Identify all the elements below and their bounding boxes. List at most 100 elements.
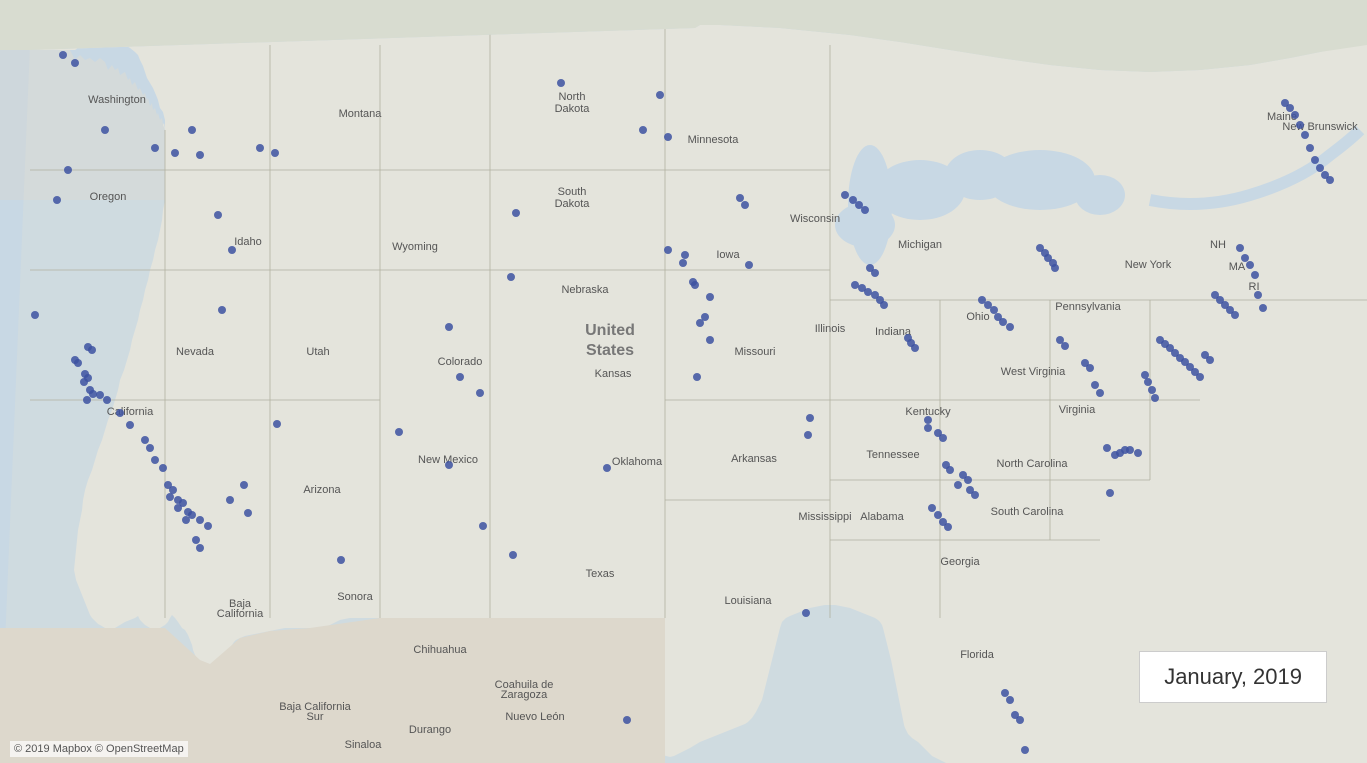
data-dot bbox=[89, 390, 97, 398]
data-dot bbox=[256, 144, 264, 152]
data-dot bbox=[1021, 746, 1029, 754]
data-dot bbox=[59, 51, 67, 59]
data-dot bbox=[196, 516, 204, 524]
data-dot bbox=[456, 373, 464, 381]
data-dot bbox=[1286, 104, 1294, 112]
data-dot bbox=[116, 409, 124, 417]
data-dot bbox=[1296, 121, 1304, 129]
data-dot bbox=[639, 126, 647, 134]
data-dot bbox=[1016, 716, 1024, 724]
data-dot bbox=[1006, 323, 1014, 331]
attribution: © 2019 Mapbox © OpenStreetMap bbox=[10, 741, 188, 757]
data-dot bbox=[1106, 489, 1114, 497]
data-dot bbox=[664, 133, 672, 141]
data-dot bbox=[623, 716, 631, 724]
data-dot bbox=[1091, 381, 1099, 389]
data-dot bbox=[188, 126, 196, 134]
data-dot bbox=[192, 536, 200, 544]
data-dot bbox=[1144, 378, 1152, 386]
data-dot bbox=[944, 523, 952, 531]
data-dot bbox=[166, 493, 174, 501]
data-dot bbox=[1251, 271, 1259, 279]
data-dot bbox=[1141, 371, 1149, 379]
data-dot bbox=[1148, 386, 1156, 394]
data-dot bbox=[1086, 364, 1094, 372]
data-dot bbox=[1259, 304, 1267, 312]
data-dot bbox=[53, 196, 61, 204]
data-dot bbox=[1246, 261, 1254, 269]
data-dot bbox=[1301, 131, 1309, 139]
data-dot bbox=[1291, 111, 1299, 119]
data-dot bbox=[971, 491, 979, 499]
data-dot bbox=[990, 306, 998, 314]
data-dot bbox=[141, 436, 149, 444]
data-dot bbox=[679, 259, 687, 267]
data-dot bbox=[664, 246, 672, 254]
data-dot bbox=[864, 288, 872, 296]
data-dot bbox=[603, 464, 611, 472]
data-dot bbox=[1126, 446, 1134, 454]
data-dot bbox=[1241, 254, 1249, 262]
data-dot bbox=[1006, 696, 1014, 704]
data-dot bbox=[954, 481, 962, 489]
data-dot bbox=[214, 211, 222, 219]
date-label: January, 2019 bbox=[1139, 651, 1327, 703]
data-dot bbox=[1051, 264, 1059, 272]
data-dot bbox=[745, 261, 753, 269]
data-dot bbox=[226, 496, 234, 504]
data-dot bbox=[171, 149, 179, 157]
data-dot bbox=[934, 511, 942, 519]
data-dot bbox=[509, 551, 517, 559]
data-dot bbox=[681, 251, 689, 259]
data-dot bbox=[1231, 311, 1239, 319]
data-dot bbox=[741, 201, 749, 209]
data-dot bbox=[946, 466, 954, 474]
data-dot bbox=[1096, 389, 1104, 397]
data-dot bbox=[83, 396, 91, 404]
data-dot bbox=[696, 319, 704, 327]
data-dot bbox=[1061, 342, 1069, 350]
data-dot bbox=[1206, 356, 1214, 364]
data-dot bbox=[512, 209, 520, 217]
data-dot bbox=[871, 269, 879, 277]
data-dot bbox=[804, 431, 812, 439]
data-dot bbox=[228, 246, 236, 254]
data-dot bbox=[64, 166, 72, 174]
data-dot bbox=[80, 378, 88, 386]
data-dot bbox=[806, 414, 814, 422]
data-dot bbox=[174, 504, 182, 512]
data-dot bbox=[159, 464, 167, 472]
data-dot bbox=[204, 522, 212, 530]
data-dot bbox=[507, 273, 515, 281]
data-dot bbox=[964, 476, 972, 484]
data-dot bbox=[1254, 291, 1262, 299]
data-dot bbox=[706, 293, 714, 301]
data-dot bbox=[1306, 144, 1314, 152]
data-dot bbox=[240, 481, 248, 489]
data-dot bbox=[691, 281, 699, 289]
data-dot bbox=[479, 522, 487, 530]
data-dot bbox=[273, 420, 281, 428]
data-dot bbox=[218, 306, 226, 314]
data-dot bbox=[196, 151, 204, 159]
data-dot bbox=[1001, 689, 1009, 697]
data-dot bbox=[395, 428, 403, 436]
data-dot bbox=[939, 434, 947, 442]
data-dot bbox=[1326, 176, 1334, 184]
data-dot bbox=[557, 79, 565, 87]
data-dot bbox=[924, 416, 932, 424]
data-dot bbox=[445, 461, 453, 469]
data-dot bbox=[151, 456, 159, 464]
data-dot bbox=[96, 391, 104, 399]
data-dot bbox=[736, 194, 744, 202]
data-dot bbox=[182, 516, 190, 524]
map-container: Washington Oregon California Nevada Idah… bbox=[0, 0, 1367, 763]
data-dot bbox=[928, 504, 936, 512]
data-dot bbox=[1134, 449, 1142, 457]
data-dot bbox=[924, 424, 932, 432]
data-dot bbox=[656, 91, 664, 99]
data-dot bbox=[169, 486, 177, 494]
data-dot bbox=[1311, 156, 1319, 164]
data-dot bbox=[101, 126, 109, 134]
data-dot bbox=[88, 346, 96, 354]
